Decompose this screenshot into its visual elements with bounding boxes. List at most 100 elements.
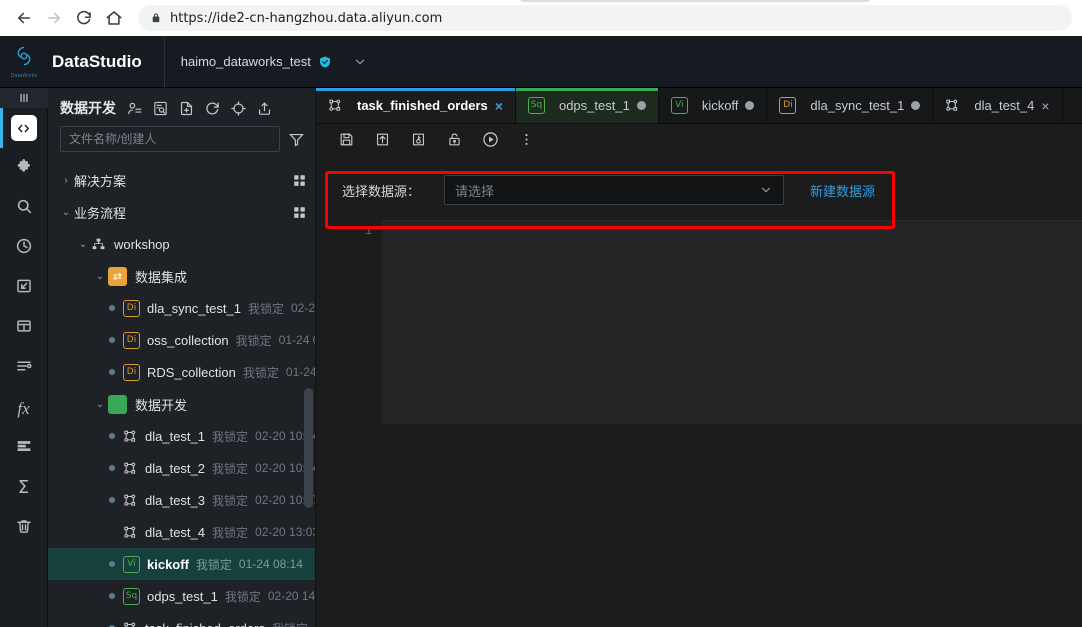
type-badge-di: Di (123, 300, 140, 317)
rail-item-sigma[interactable]: Σ (0, 468, 48, 508)
type-badge-sq: Sq (123, 588, 140, 605)
tree-file-row[interactable]: dla_test_2我锁定02-20 10:14 (48, 452, 315, 484)
header-spacer (383, 36, 1082, 88)
tree-file-row[interactable]: task_finished_orders我锁定0 (48, 612, 315, 627)
submit-button[interactable] (366, 127, 398, 157)
chevron-down-icon[interactable]: ⌄ (58, 207, 74, 218)
chevron-down-icon[interactable] (759, 183, 773, 197)
steal-lock-button[interactable] (402, 127, 434, 157)
close-icon[interactable]: × (495, 99, 503, 113)
filter-icon[interactable] (288, 131, 305, 148)
tree-file-row[interactable]: Vikickoff我锁定01-24 08:14 (48, 548, 315, 580)
code-editor[interactable]: 1 (316, 220, 1082, 627)
rail-item-trash[interactable] (0, 508, 48, 548)
tree-node-label: dla_test_2 (145, 461, 205, 476)
tree-file-row[interactable]: Sqodps_test_1我锁定02-20 14: (48, 580, 315, 612)
rail-item-search[interactable] (0, 188, 48, 228)
sidebar: 数据开发 (48, 88, 316, 627)
search-input-wrap[interactable] (60, 126, 280, 152)
tree-node-label: 解决方案 (74, 171, 126, 190)
status-dot (109, 305, 115, 311)
page-title: DataStudio (52, 52, 164, 72)
sidebar-title: 数据开发 (60, 98, 116, 118)
chevron-down-icon[interactable] (353, 55, 367, 69)
time-tag: 02-20 (291, 301, 315, 315)
rail-item-code[interactable] (0, 108, 48, 148)
upload-icon[interactable] (255, 99, 274, 118)
refresh-icon[interactable] (203, 99, 222, 118)
new-file-icon[interactable] (177, 99, 196, 118)
dataworks-logo[interactable]: DataWorks (0, 36, 48, 88)
rail-item-database[interactable] (0, 428, 48, 468)
folder-icon-green (108, 395, 127, 414)
tree-file-row[interactable]: dla_test_4我锁定02-20 13:03 (48, 516, 315, 548)
datasource-label: 选择数据源： (342, 181, 420, 200)
forward-arrow-icon[interactable] (40, 4, 68, 32)
trash-icon (15, 517, 33, 540)
sidebar-scrollbar[interactable] (304, 388, 313, 508)
sigma-icon: Σ (18, 479, 29, 497)
rail-item-history[interactable] (0, 228, 48, 268)
editor-tabbar: task_finished_orders×Sqodps_test_1Vikick… (316, 88, 1082, 124)
new-datasource-link[interactable]: 新建数据源 (810, 181, 875, 200)
key-icon (410, 131, 427, 153)
tree-file-row[interactable]: dla_test_1我锁定02-20 10:14 (48, 420, 315, 452)
tab-type-badge: Sq (528, 97, 545, 114)
more-button[interactable] (510, 127, 542, 157)
rail-item-list-settings[interactable] (0, 348, 48, 388)
chevron-down-icon[interactable]: ⌄ (92, 399, 108, 410)
tab-indicator (316, 88, 515, 91)
reload-icon[interactable] (70, 4, 98, 32)
editor-tab[interactable]: Didla_sync_test_1 (767, 88, 933, 123)
line-number-gutter: 1 (316, 220, 382, 627)
tab-label: kickoff (702, 98, 739, 113)
tree-file-row[interactable]: Didla_sync_test_1我锁定02-20 (48, 292, 315, 324)
search-input[interactable] (69, 132, 271, 146)
lock-tag: 我锁定 (236, 332, 272, 349)
editor-tab[interactable]: Vikickoff (659, 88, 768, 123)
project-selector[interactable]: haimo_dataworks_test (165, 36, 383, 88)
address-bar[interactable]: https://ide2-cn-hangzhou.data.aliyun.com (138, 5, 1072, 31)
editor-tab[interactable]: Sqodps_test_1 (516, 88, 659, 123)
lock-button[interactable] (438, 127, 470, 157)
chevron-right-icon[interactable]: › (58, 175, 74, 186)
rail-item-function[interactable]: fx (0, 388, 48, 428)
code-content-column[interactable] (382, 220, 1082, 627)
locate-target-icon[interactable] (229, 99, 248, 118)
back-arrow-icon[interactable] (10, 4, 38, 32)
grid-view-icon[interactable] (292, 173, 307, 188)
home-icon[interactable] (100, 4, 128, 32)
tree-folder-row[interactable]: ⌄业务流程 (48, 196, 315, 228)
tree-folder-row[interactable]: ⌄⇄数据集成 (48, 260, 315, 292)
code-empty-space[interactable] (382, 424, 1082, 627)
panel-lines-icon[interactable] (0, 88, 48, 108)
lock-tag: 我锁定 (212, 524, 248, 541)
tree-file-row[interactable]: Dioss_collection我锁定01-24 0 (48, 324, 315, 356)
grid-view-icon[interactable] (292, 205, 307, 220)
user-list-icon[interactable] (125, 99, 144, 118)
rail-item-table[interactable] (0, 308, 48, 348)
editor-tab[interactable]: task_finished_orders× (316, 88, 516, 123)
tree-file-row[interactable]: dla_test_3我锁定02-20 10:17 (48, 484, 315, 516)
tabbar-empty-space (1063, 88, 1082, 123)
tree-folder-row[interactable]: ⌄workshop (48, 228, 315, 260)
lock-icon (150, 12, 162, 24)
history-clock-icon (15, 237, 33, 260)
rail-item-table-cursor[interactable] (0, 268, 48, 308)
save-button[interactable] (330, 127, 362, 157)
code-line-1[interactable] (382, 220, 1082, 424)
editor-tab[interactable]: dla_test_4× (933, 88, 1062, 123)
tree-folder-row[interactable]: ⌄数据开发 (48, 388, 315, 420)
tab-indicator (659, 88, 767, 91)
datasource-select[interactable]: 请选择 (444, 175, 784, 205)
tree-folder-row[interactable]: ›解决方案 (48, 164, 315, 196)
run-button[interactable] (474, 127, 506, 157)
chevron-down-icon[interactable]: ⌄ (75, 239, 91, 250)
tree-file-row[interactable]: DiRDS_collection我锁定01-24 ( (48, 356, 315, 388)
unsaved-dot-icon (637, 101, 646, 110)
chevron-down-icon[interactable]: ⌄ (92, 271, 108, 282)
search-document-icon[interactable] (151, 99, 170, 118)
close-icon[interactable]: × (1041, 99, 1049, 113)
rail-item-components[interactable] (0, 148, 48, 188)
main-editor-area: task_finished_orders×Sqodps_test_1Vikick… (316, 88, 1082, 627)
